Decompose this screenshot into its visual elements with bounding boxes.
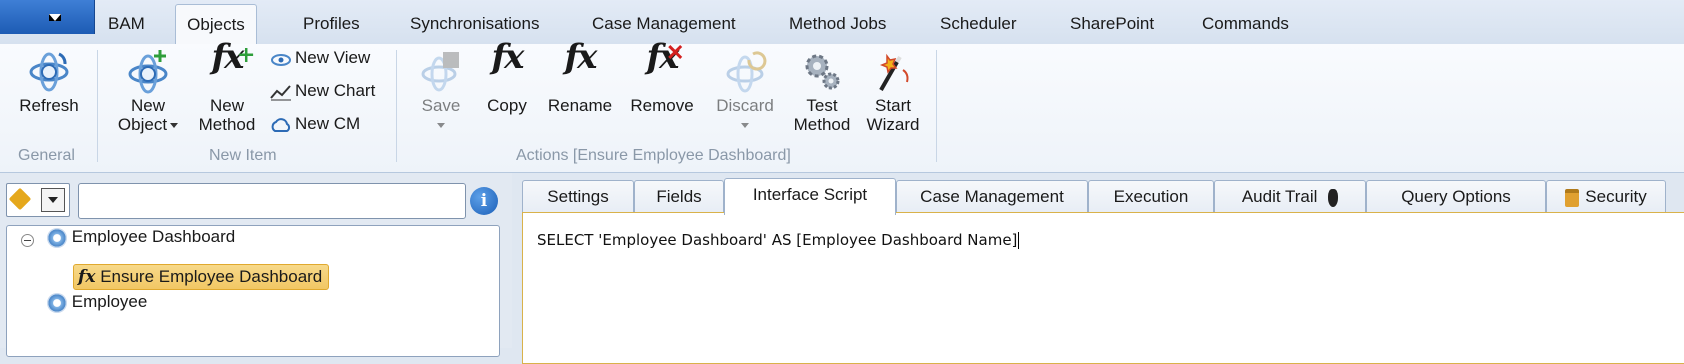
chevron-down-icon	[49, 14, 61, 21]
tree-node-ensure-employee-dashboard[interactable]: fx Ensure Employee Dashboard	[73, 264, 330, 290]
remove-button[interactable]: fx ✕ Remove	[628, 37, 696, 115]
new-object-icon	[126, 48, 170, 94]
group-label-actions: Actions [Ensure Employee Dashboard]	[516, 147, 791, 164]
chevron-down-icon	[437, 123, 445, 129]
copy-label: Copy	[487, 96, 527, 115]
script-editor[interactable]: SELECT 'Employee Dashboard' AS [Employee…	[522, 212, 1684, 364]
copy-button[interactable]: fx Copy	[482, 37, 532, 115]
discard-label: Discard	[716, 96, 774, 115]
save-icon	[419, 48, 463, 94]
menu-tab-bar: BAM Objects Profiles Synchronisations Ca…	[0, 0, 1684, 46]
tab-case-management-content[interactable]: Case Management	[896, 180, 1088, 213]
script-line: SELECT 'Employee Dashboard' AS [Employee…	[537, 231, 1018, 249]
tab-audit-trail[interactable]: Audit Trail	[1214, 180, 1366, 213]
test-method-label-1: Test	[806, 96, 838, 115]
tab-settings[interactable]: Settings	[522, 180, 634, 213]
function-icon: fx +	[211, 37, 256, 77]
tab-profiles[interactable]: Profiles	[303, 10, 360, 40]
chevron-down-icon	[170, 123, 179, 129]
tab-method-jobs[interactable]: Method Jobs	[789, 10, 886, 40]
footprint-icon	[1328, 188, 1339, 207]
tree-node-employee[interactable]: Employee	[47, 290, 147, 314]
application-menu-button[interactable]	[0, 0, 95, 34]
discard-button[interactable]: Discard	[712, 48, 778, 134]
tab-security[interactable]: Security	[1546, 180, 1666, 213]
tab-commands[interactable]: Commands	[1202, 10, 1289, 40]
tab-audit-trail-label: Audit Trail	[1241, 187, 1318, 206]
gears-icon	[800, 48, 844, 94]
function-icon: fx	[78, 267, 96, 287]
start-wizard-button[interactable]: Start Wizard	[862, 48, 924, 134]
start-wizard-label-2: Wizard	[866, 115, 920, 134]
tab-synchronisations[interactable]: Synchronisations	[410, 10, 539, 40]
ribbon-separator	[97, 50, 98, 162]
refresh-button[interactable]: Refresh	[18, 48, 80, 115]
group-label-general: General	[18, 147, 75, 164]
chart-icon	[270, 83, 292, 101]
function-remove-icon: fx ✕	[646, 37, 685, 77]
object-icon	[47, 292, 67, 313]
cloud-icon	[270, 116, 292, 134]
new-chart-label: New Chart	[295, 81, 376, 100]
text-caret	[1018, 232, 1020, 249]
tab-scheduler[interactable]: Scheduler	[940, 10, 1017, 40]
function-copy-icon: fx	[491, 37, 525, 77]
ribbon-separator	[396, 50, 397, 162]
new-object-label-2: Object	[117, 115, 168, 134]
tree-node-label: Employee	[71, 292, 148, 311]
info-icon[interactable]: i	[470, 187, 498, 215]
remove-label: Remove	[630, 96, 694, 115]
tag-filter-dropdown[interactable]	[6, 183, 70, 217]
new-view-button[interactable]: New View	[270, 46, 370, 70]
tag-icon	[8, 187, 32, 211]
tree-node-label: Ensure Employee Dashboard	[100, 267, 323, 286]
refresh-icon	[27, 48, 71, 94]
script-editor-text[interactable]: SELECT 'Employee Dashboard' AS [Employee…	[537, 231, 1020, 249]
new-method-button[interactable]: fx + New Method	[192, 37, 262, 134]
discard-icon	[723, 48, 767, 94]
tab-sharepoint[interactable]: SharePoint	[1070, 10, 1154, 40]
view-icon	[270, 50, 292, 68]
refresh-label: Refresh	[19, 96, 79, 115]
new-method-label-2: Method	[198, 115, 256, 134]
new-cm-label: New CM	[295, 114, 361, 133]
chevron-down-icon	[741, 123, 749, 129]
new-object-label-1: New	[130, 96, 165, 115]
tab-bam[interactable]: BAM	[108, 10, 145, 40]
tab-security-label: Security	[1585, 187, 1647, 206]
save-label: Save	[421, 96, 461, 115]
wand-icon	[871, 48, 915, 94]
collapse-icon[interactable]	[21, 234, 34, 247]
object-icon	[47, 227, 67, 248]
object-tree[interactable]: Employee Dashboard fx Ensure Employee Da…	[6, 225, 500, 357]
lock-icon	[1565, 188, 1580, 207]
new-chart-button[interactable]: New Chart	[270, 79, 375, 103]
new-cm-button[interactable]: New CM	[270, 112, 360, 136]
tab-case-management[interactable]: Case Management	[592, 10, 736, 40]
test-method-label-2: Method	[793, 115, 851, 134]
ribbon-separator	[936, 50, 937, 162]
test-method-button[interactable]: Test Method	[790, 48, 854, 134]
tab-fields[interactable]: Fields	[634, 180, 724, 213]
new-method-label-1: New	[209, 96, 244, 115]
ribbon: Refresh General New Object fx + New Metho…	[0, 37, 1684, 173]
new-view-label: New View	[295, 48, 371, 67]
tab-execution[interactable]: Execution	[1088, 180, 1214, 213]
function-rename-icon: fx	[564, 37, 598, 77]
chevron-down-icon[interactable]	[41, 188, 65, 212]
start-wizard-label-1: Start	[875, 96, 911, 115]
new-object-button[interactable]: New Object	[112, 48, 184, 134]
rename-button[interactable]: fx Rename	[546, 37, 614, 115]
tab-interface-script[interactable]: Interface Script	[724, 178, 896, 215]
rename-label: Rename	[547, 96, 613, 115]
tree-node-label: Employee Dashboard	[71, 227, 236, 246]
save-button[interactable]: Save	[416, 48, 466, 134]
group-label-new-item: New Item	[209, 147, 277, 164]
tree-node-employee-dashboard[interactable]: Employee Dashboard	[47, 225, 235, 249]
search-input[interactable]	[78, 183, 466, 219]
tab-query-options[interactable]: Query Options	[1366, 180, 1546, 213]
